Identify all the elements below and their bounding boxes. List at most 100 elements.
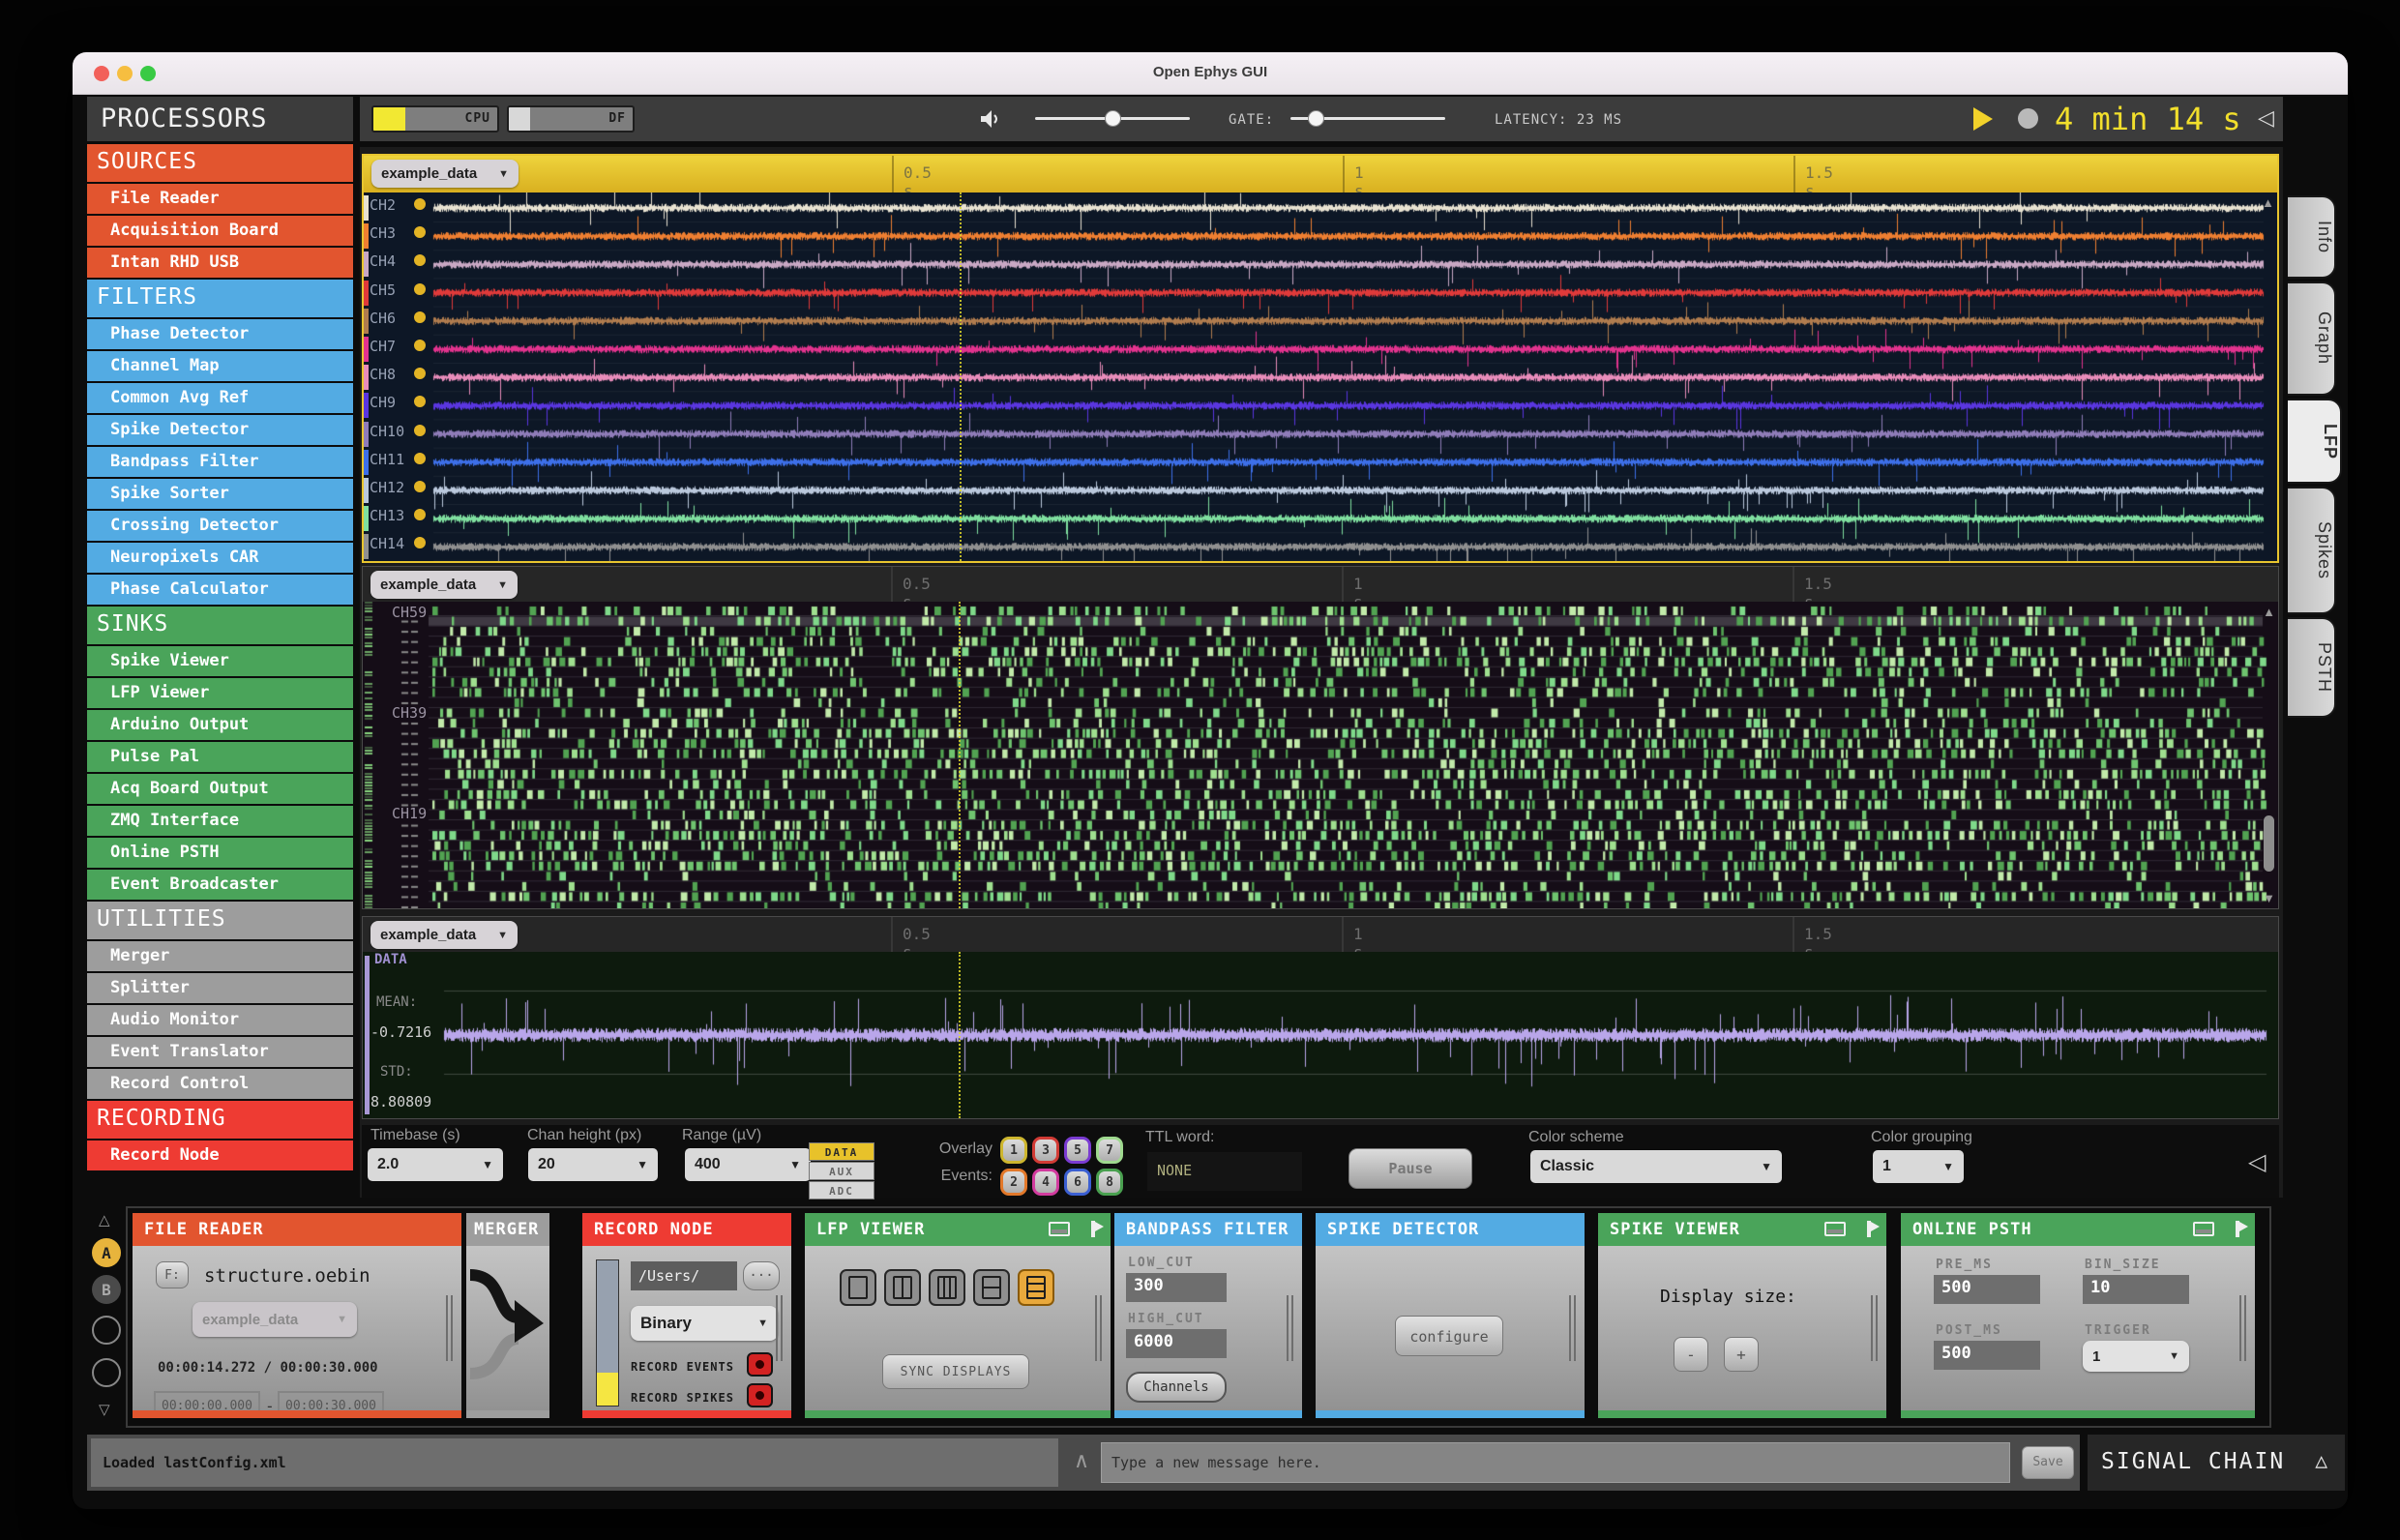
- sidebar-item-merger[interactable]: Merger: [87, 941, 353, 971]
- chain-a-button[interactable]: A: [92, 1238, 121, 1267]
- tab-spikes[interactable]: Spikes: [2288, 487, 2336, 614]
- timebase-select[interactable]: 2.0 ▼: [368, 1148, 503, 1181]
- expand-console-icon[interactable]: ∧: [1074, 1448, 1089, 1473]
- chain-slot-button[interactable]: [92, 1316, 121, 1345]
- data-stream-selector[interactable]: example_data ▼: [370, 921, 518, 949]
- layout-three-row-button[interactable]: [1018, 1269, 1054, 1306]
- layout-two-row-button[interactable]: [973, 1269, 1010, 1306]
- gate-slider[interactable]: [1290, 110, 1445, 127]
- pin-tab-icon[interactable]: [2236, 1221, 2248, 1237]
- sidebar-item-record-node[interactable]: Record Node: [87, 1140, 353, 1170]
- event-overlay-button-6[interactable]: 6: [1064, 1169, 1091, 1196]
- gate-slider-knob[interactable]: [1308, 110, 1324, 127]
- channel-enable-dot[interactable]: [414, 452, 426, 464]
- pin-tab-icon[interactable]: [1091, 1221, 1104, 1237]
- layout-two-col-button[interactable]: [884, 1269, 921, 1306]
- channel-row-ch13[interactable]: CH13: [370, 507, 426, 534]
- channel-row-ch6[interactable]: CH6: [370, 310, 426, 337]
- channel-row-ch9[interactable]: CH9: [370, 394, 426, 421]
- sync-displays-button[interactable]: SYNC DISPLAYS: [882, 1354, 1029, 1389]
- scroll-down-icon[interactable]: ▼: [2263, 892, 2275, 904]
- channel-row-ch7[interactable]: CH7: [370, 338, 426, 365]
- tab-psth[interactable]: PSTH: [2288, 617, 2336, 718]
- scrollbar-thumb[interactable]: [2264, 815, 2274, 872]
- sidebar-item-intan-rhd-usb[interactable]: Intan RHD USB: [87, 248, 353, 278]
- tab-info[interactable]: Info: [2288, 195, 2336, 279]
- channels-button[interactable]: Channels: [1126, 1372, 1227, 1403]
- collapse-left-icon[interactable]: ◁: [2258, 105, 2274, 131]
- chain-slot-button[interactable]: [92, 1358, 121, 1387]
- sidebar-item-pulse-pal[interactable]: Pulse Pal: [87, 742, 353, 772]
- module-file-reader[interactable]: FILE READER F: structure.oebin example_d…: [133, 1213, 461, 1418]
- layout-three-col-button[interactable]: [929, 1269, 965, 1306]
- channel-row-ch10[interactable]: CH10: [370, 423, 426, 450]
- event-overlay-button-8[interactable]: 8: [1096, 1169, 1123, 1196]
- color-scheme-select[interactable]: Classic ▼: [1530, 1150, 1782, 1183]
- sidebar-item-neuropixels-car[interactable]: Neuropixels CAR: [87, 543, 353, 573]
- scroll-up-icon[interactable]: ▲: [2262, 196, 2274, 209]
- channel-row-ch12[interactable]: CH12: [370, 479, 426, 506]
- browse-button[interactable]: ...: [743, 1261, 780, 1290]
- raster-area[interactable]: CH59 CH39 CH19 ▲ ▼: [363, 602, 2278, 908]
- tab-lfp[interactable]: LFP: [2288, 399, 2342, 484]
- module-merger[interactable]: MERGER: [466, 1213, 549, 1418]
- module-record-node[interactable]: RECORD NODE /Users/ ... Binary ▼ RECORD E…: [582, 1213, 791, 1418]
- event-overlay-button-4[interactable]: 4: [1032, 1169, 1059, 1196]
- sidebar-item-lfp-viewer[interactable]: LFP Viewer: [87, 678, 353, 708]
- color-grouping-select[interactable]: 1 ▼: [1873, 1150, 1964, 1183]
- low-cut-field[interactable]: 300: [1126, 1273, 1227, 1302]
- drag-handle[interactable]: [2239, 1295, 2249, 1361]
- record-format-select[interactable]: Binary ▼: [631, 1306, 778, 1341]
- file-button[interactable]: F:: [156, 1261, 189, 1288]
- module-lfp-viewer[interactable]: LFP VIEWER SYNC DISPLAYS: [805, 1213, 1111, 1418]
- channel-enable-dot[interactable]: [414, 282, 426, 295]
- signal-chain-toggle[interactable]: SIGNAL CHAIN △: [2088, 1435, 2345, 1491]
- sidebar-item-splitter[interactable]: Splitter: [87, 973, 353, 1003]
- open-window-icon[interactable]: [2193, 1222, 2214, 1236]
- high-cut-field[interactable]: 6000: [1126, 1329, 1227, 1358]
- channel-row-ch3[interactable]: CH3: [370, 224, 426, 252]
- channel-enable-dot[interactable]: [414, 198, 426, 210]
- channel-enable-dot[interactable]: [414, 311, 426, 323]
- sidebar-item-bandpass-filter[interactable]: Bandpass Filter: [87, 447, 353, 477]
- sidebar-item-channel-map[interactable]: Channel Map: [87, 351, 353, 381]
- post-ms-field[interactable]: 500: [1934, 1341, 2040, 1370]
- sidebar-item-acquisition-board[interactable]: Acquisition Board: [87, 216, 353, 246]
- record-path-field[interactable]: /Users/: [631, 1261, 737, 1290]
- sidebar-item-record-control[interactable]: Record Control: [87, 1069, 353, 1099]
- drag-handle[interactable]: [1095, 1295, 1105, 1361]
- layout-single-button[interactable]: [840, 1269, 876, 1306]
- module-online-psth[interactable]: ONLINE PSTH PRE_MS 500 BIN_SIZE 10 POST_…: [1901, 1213, 2255, 1418]
- event-overlay-button-5[interactable]: 5: [1064, 1137, 1091, 1164]
- trigger-select[interactable]: 1 ▼: [2083, 1341, 2189, 1372]
- drag-handle[interactable]: [1871, 1295, 1881, 1361]
- sidebar-item-zmq-interface[interactable]: ZMQ Interface: [87, 806, 353, 836]
- raster-stream-selector[interactable]: example_data ▼: [370, 571, 518, 599]
- open-window-icon[interactable]: [1824, 1222, 1846, 1236]
- channel-row-ch11[interactable]: CH11: [370, 451, 426, 478]
- sidebar-item-phase-calculator[interactable]: Phase Calculator: [87, 575, 353, 605]
- event-overlay-button-7[interactable]: 7: [1096, 1137, 1123, 1164]
- sidebar-item-common-avg-ref[interactable]: Common Avg Ref: [87, 383, 353, 413]
- volume-slider-knob[interactable]: [1105, 110, 1121, 127]
- channel-row-ch8[interactable]: CH8: [370, 366, 426, 393]
- event-overlay-button-2[interactable]: 2: [1000, 1169, 1027, 1196]
- drag-handle[interactable]: [1569, 1295, 1579, 1361]
- data-trace-area[interactable]: DATA MEAN: -0.7216 STD: 8.80809: [363, 952, 2278, 1118]
- pause-button[interactable]: Pause: [1348, 1148, 1472, 1189]
- channel-enable-dot[interactable]: [414, 340, 426, 351]
- sidebar-item-arduino-output[interactable]: Arduino Output: [87, 710, 353, 740]
- sidebar-item-phase-detector[interactable]: Phase Detector: [87, 319, 353, 349]
- collapse-controls-icon[interactable]: ◁: [2248, 1148, 2266, 1176]
- configure-button[interactable]: configure: [1395, 1316, 1503, 1356]
- sidebar-item-event-broadcaster[interactable]: Event Broadcaster: [87, 870, 353, 900]
- lfp-stream-selector[interactable]: example_data ▼: [371, 160, 519, 188]
- tab-graph[interactable]: Graph: [2288, 281, 2336, 396]
- scroll-up-icon[interactable]: ▲: [2263, 606, 2275, 618]
- record-events-toggle[interactable]: [747, 1352, 773, 1377]
- sidebar-item-crossing-detector[interactable]: Crossing Detector: [87, 511, 353, 541]
- range-select[interactable]: 400 ▼: [685, 1148, 811, 1181]
- channel-row-ch5[interactable]: CH5: [370, 281, 426, 309]
- open-window-icon[interactable]: [1049, 1222, 1070, 1236]
- chain-up-icon[interactable]: △: [99, 1211, 110, 1229]
